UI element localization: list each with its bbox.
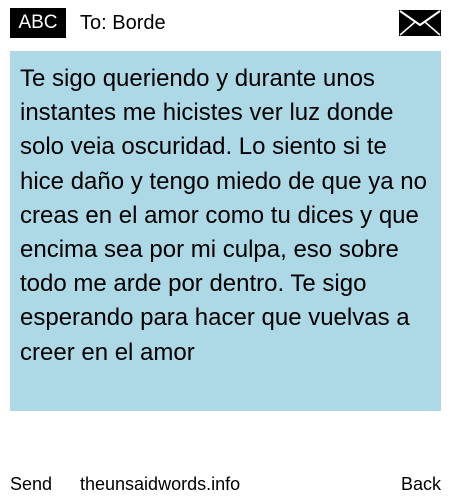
site-label: theunsaidwords.info (80, 474, 241, 494)
envelope-icon (399, 10, 441, 36)
header-bar: ABC To: Borde (0, 0, 450, 44)
recipient-label: To: Borde (80, 12, 166, 34)
input-mode-badge[interactable]: ABC (10, 8, 66, 38)
back-button[interactable]: Back (401, 470, 441, 498)
message-body-box[interactable]: Te sigo queriendo y durante unos instant… (10, 51, 441, 411)
compose-screen: ABC To: Borde Te sigo queriendo y durant… (0, 0, 450, 500)
send-button[interactable]: Send (10, 470, 52, 498)
footer-bar: Send theunsaidwords.info Back (0, 470, 450, 498)
message-text[interactable]: Te sigo queriendo y durante unos instant… (20, 62, 431, 370)
